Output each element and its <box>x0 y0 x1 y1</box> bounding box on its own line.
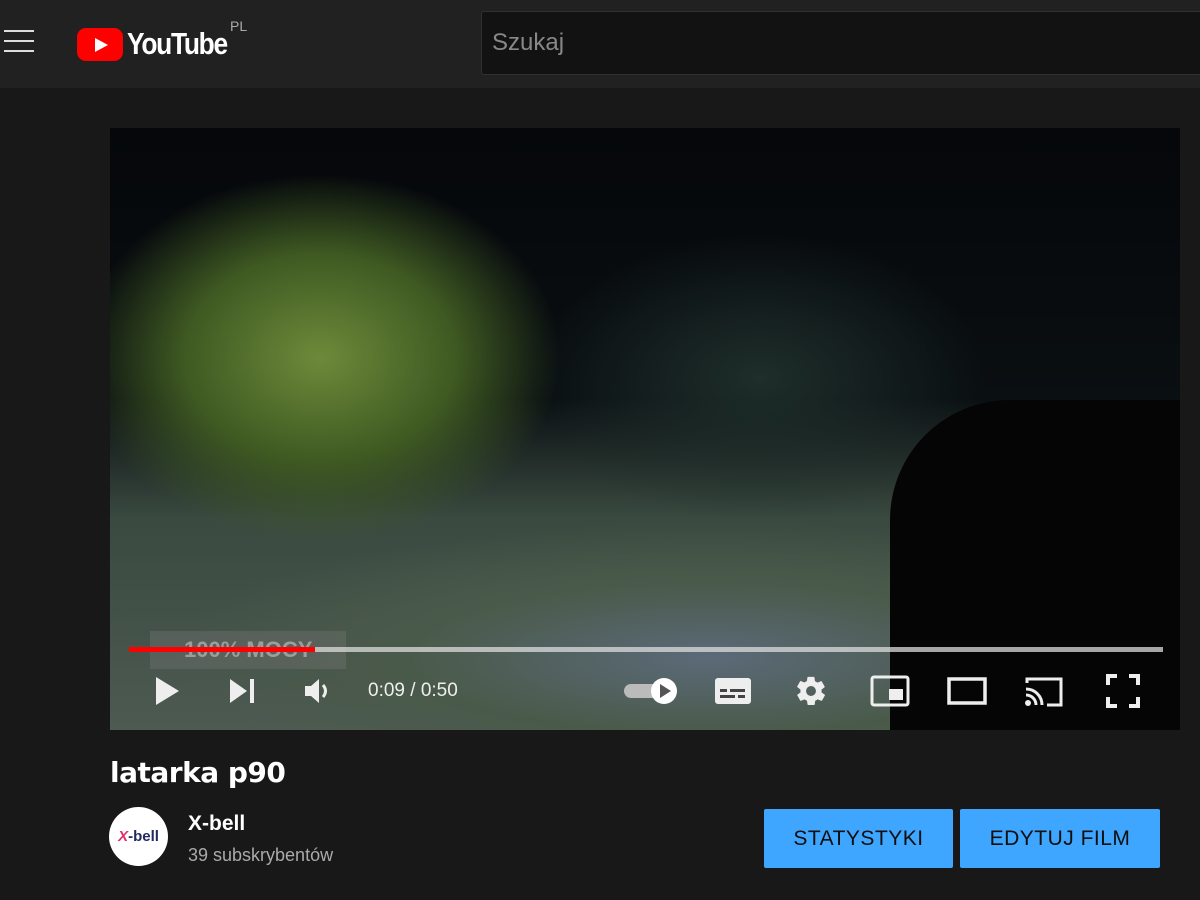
progress-fill <box>129 647 316 652</box>
volume-icon <box>305 679 327 703</box>
fullscreen-button[interactable] <box>1105 673 1141 709</box>
play-logo-icon <box>77 27 123 61</box>
play-icon <box>156 677 179 705</box>
theater-mode-button[interactable] <box>946 673 988 709</box>
statistics-button[interactable]: STATYSTYKI <box>764 809 953 868</box>
settings-button[interactable] <box>793 673 829 709</box>
time-display: 0:09 / 0:50 <box>368 680 458 701</box>
skip-next-icon <box>230 679 254 703</box>
channel-name[interactable]: X-bell <box>188 812 245 836</box>
avatar-logo: X-bell <box>118 828 159 845</box>
next-button[interactable] <box>227 673 257 709</box>
miniplayer-icon <box>870 675 910 707</box>
miniplayer-button[interactable] <box>869 673 911 709</box>
gear-icon <box>797 676 825 706</box>
theater-icon <box>947 677 987 705</box>
autoplay-icon <box>624 678 677 704</box>
subtitles-button[interactable] <box>713 673 753 709</box>
top-bar: YouTube PL <box>0 0 1200 88</box>
cast-button[interactable] <box>1023 673 1065 709</box>
play-button[interactable] <box>152 673 182 709</box>
subscriber-count: 39 subskrybentów <box>188 845 334 865</box>
progress-bar[interactable] <box>129 647 1163 652</box>
channel-avatar[interactable]: X-bell <box>109 807 168 866</box>
hamburger-menu-icon[interactable] <box>4 30 34 54</box>
video-title: latarka p90 <box>110 756 286 789</box>
video-player[interactable]: 100% MOCY 0:09 / 0:50 <box>110 128 1180 730</box>
cast-icon <box>1025 677 1063 707</box>
subtitles-icon <box>715 678 751 704</box>
region-code: PL <box>230 18 248 34</box>
logo-text: YouTube <box>127 26 228 61</box>
volume-button[interactable] <box>302 673 336 709</box>
search-input[interactable] <box>481 11 1200 75</box>
edit-video-button[interactable]: EDYTUJ FILM <box>960 809 1160 868</box>
youtube-logo[interactable]: YouTube <box>77 26 245 62</box>
autoplay-toggle[interactable] <box>622 673 680 709</box>
fullscreen-icon <box>1106 674 1140 708</box>
